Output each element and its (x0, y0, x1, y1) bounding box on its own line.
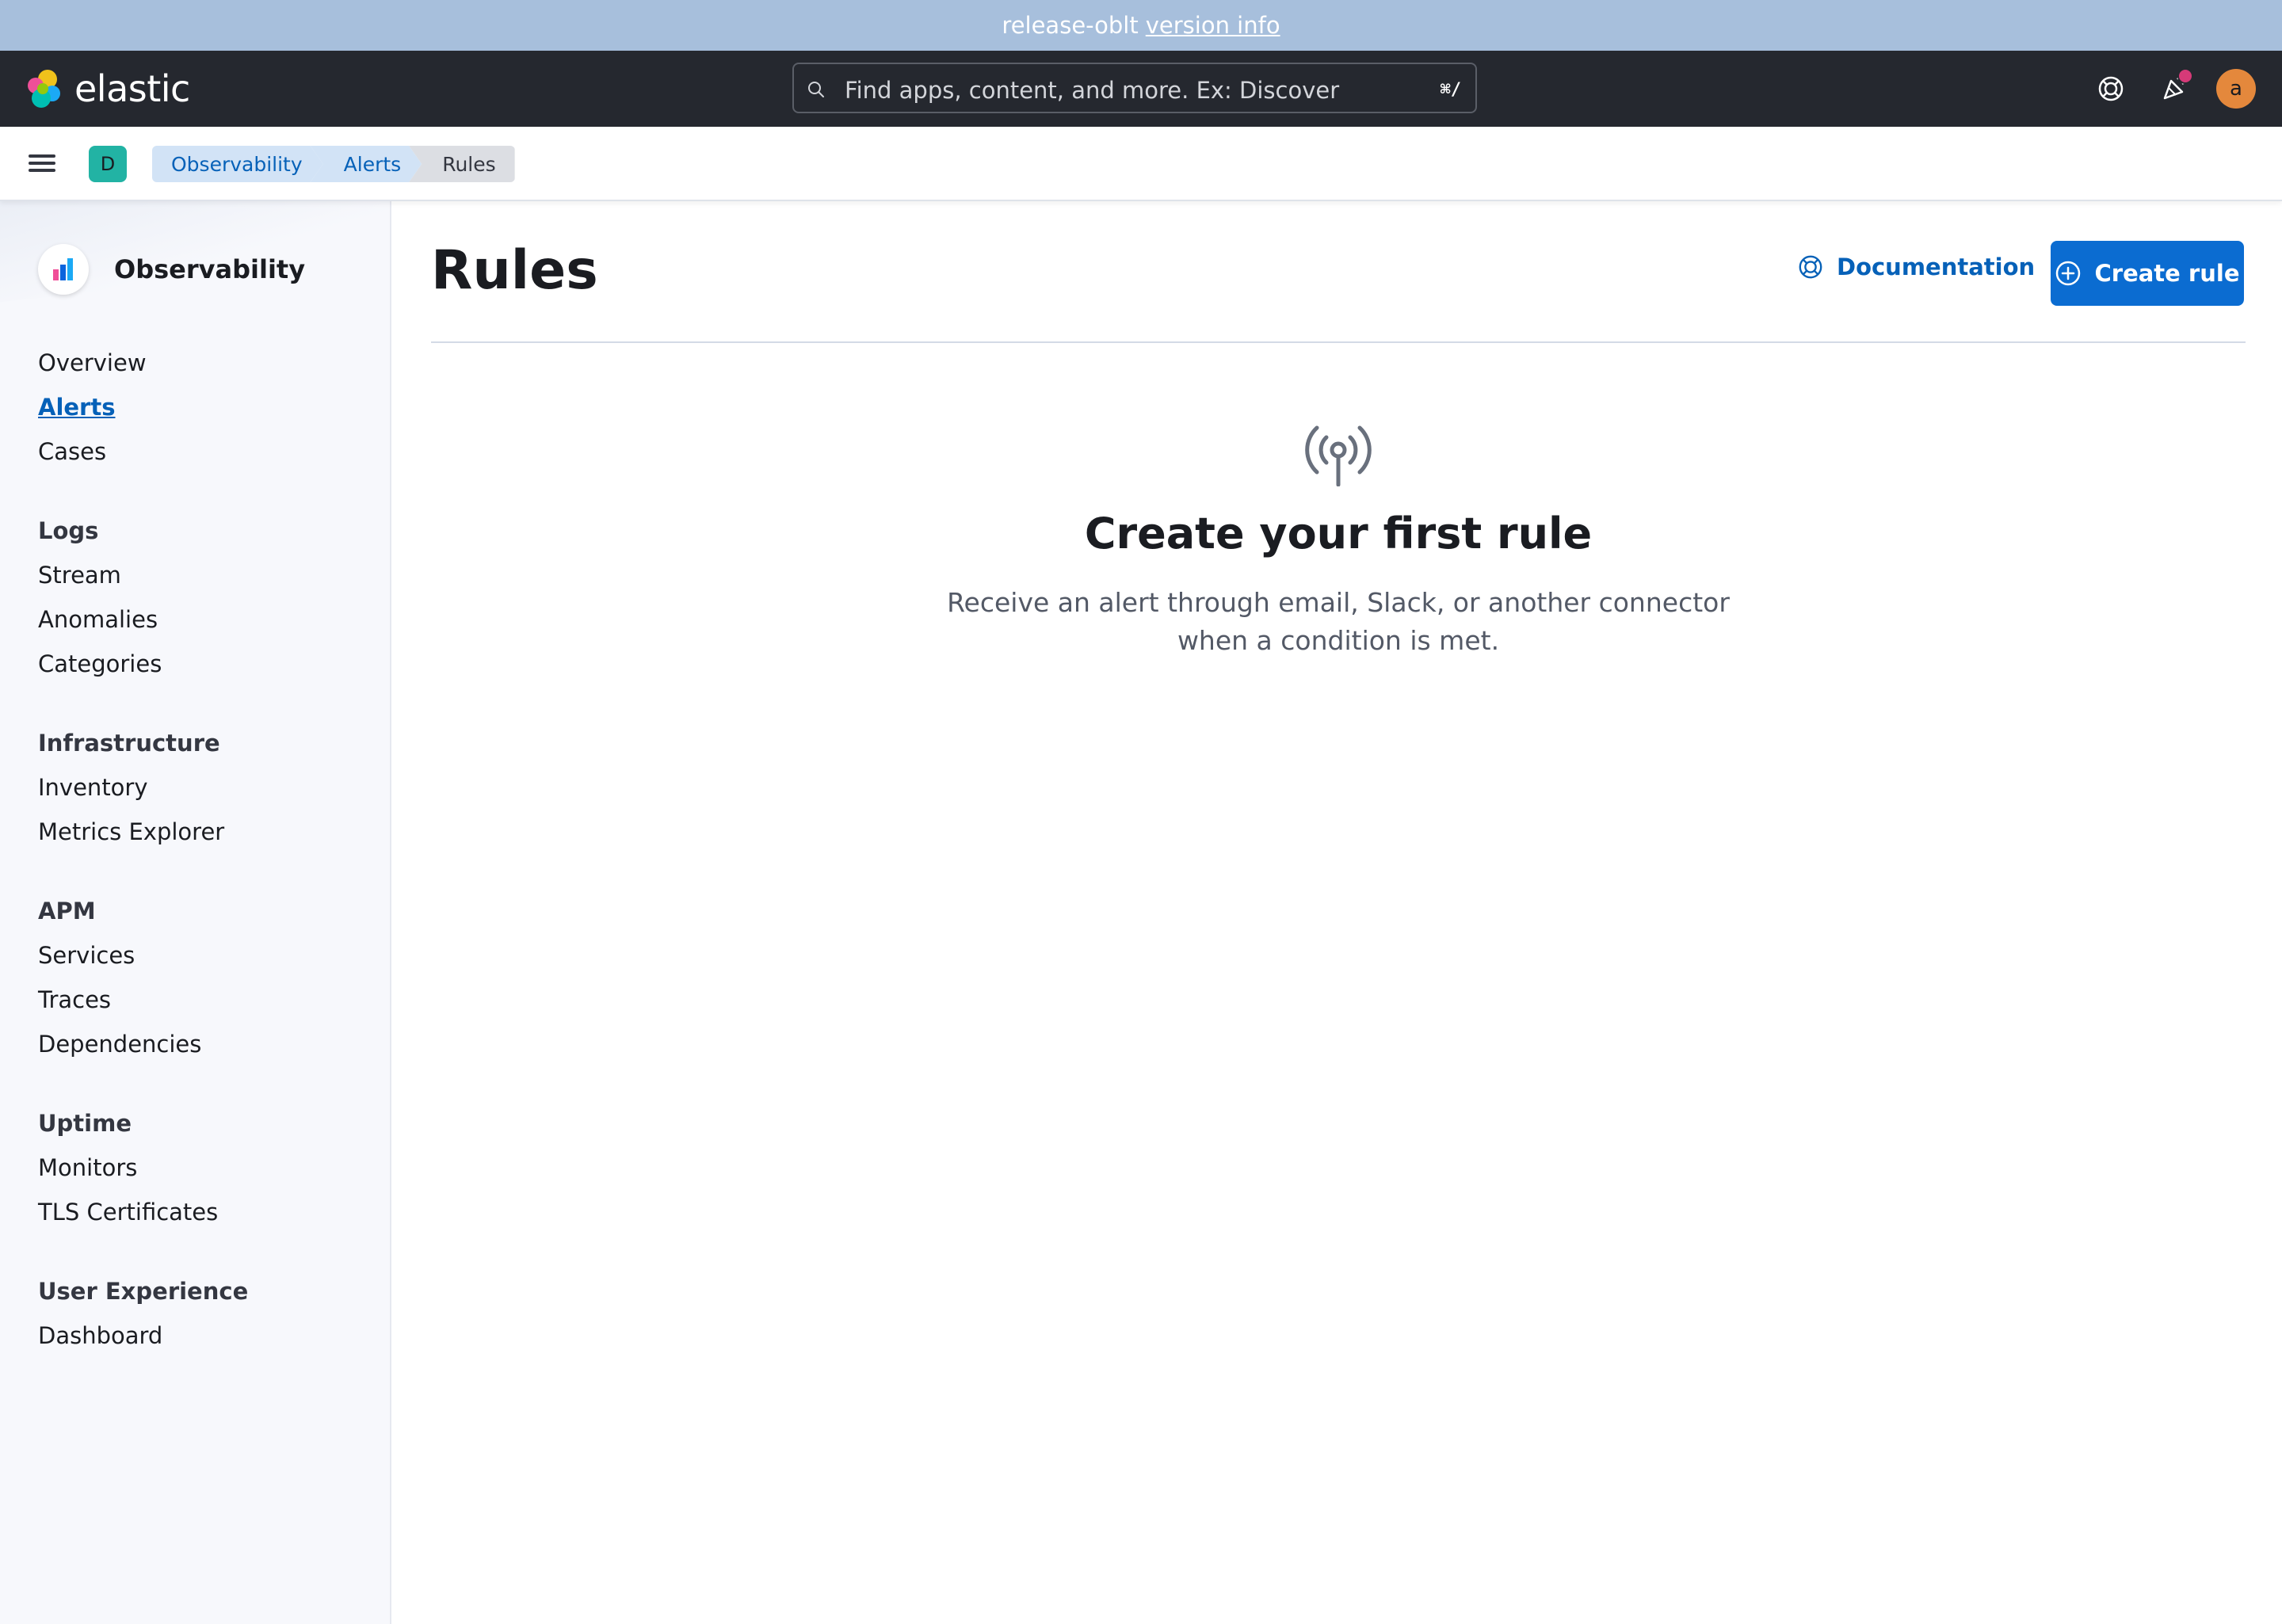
global-search-input[interactable]: Find apps, content, and more. Ex: Discov… (792, 63, 1477, 113)
elastic-logo[interactable]: elastic (24, 67, 190, 110)
sidebar-item-alerts[interactable]: Alerts (38, 385, 371, 429)
create-rule-button[interactable]: Create rule (2051, 241, 2244, 306)
page-title: Rules (431, 239, 598, 302)
main-content: Rules Documentation Create rule Create y… (391, 201, 2282, 1624)
sidebar-group-infrastructure: Infrastructure (38, 730, 220, 757)
hamburger-icon (29, 154, 55, 158)
nav-list: Overview Alerts Cases Logs Stream Anomal… (38, 341, 371, 1358)
sidebar-item-services[interactable]: Services (38, 933, 371, 978)
newsfeed-button[interactable] (2157, 68, 2193, 106)
help-icon (1799, 255, 1822, 279)
version-info-link[interactable]: version info (1146, 12, 1280, 39)
breadcrumb-observability[interactable]: Observability (152, 146, 323, 182)
breadcrumb-rules: Rules (409, 146, 515, 182)
sidebar-item-inventory[interactable]: Inventory (38, 765, 371, 810)
sidebar-item-categories[interactable]: Categories (38, 642, 371, 686)
space-selector[interactable]: D (89, 146, 127, 182)
notification-dot (2177, 68, 2193, 84)
elastic-logo-icon (28, 70, 60, 108)
empty-state-title: Create your first rule (1084, 509, 1593, 558)
sidebar-item-metrics-explorer[interactable]: Metrics Explorer (38, 810, 371, 854)
search-placeholder: Find apps, content, and more. Ex: Discov… (845, 77, 1340, 104)
observability-logo-icon (38, 244, 89, 295)
sidebar-group-apm: APM (38, 898, 96, 924)
help-menu-button[interactable] (2093, 71, 2128, 106)
broadcast-icon (1305, 425, 1372, 487)
sidebar-item-overview[interactable]: Overview (38, 341, 371, 385)
sidebar-item-stream[interactable]: Stream (38, 553, 371, 597)
breadcrumb-bar: D Observability Alerts Rules (0, 127, 2282, 201)
banner-text: release-oblt (1002, 12, 1139, 39)
sidebar-group-uptime: Uptime (38, 1110, 132, 1137)
breadcrumb-alerts[interactable]: Alerts (311, 146, 422, 182)
create-rule-label: Create rule (2094, 260, 2240, 287)
side-navigation: Observability Overview Alerts Cases Logs… (0, 201, 391, 1624)
sidebar-item-anomalies[interactable]: Anomalies (38, 597, 371, 642)
brand-name: elastic (74, 67, 190, 110)
sidebar-item-tls-certificates[interactable]: TLS Certificates (38, 1190, 371, 1234)
user-avatar[interactable]: a (2216, 69, 2256, 109)
sidebar-item-dashboard[interactable]: Dashboard (38, 1313, 371, 1358)
app-title: Observability (114, 254, 306, 284)
documentation-link[interactable]: Documentation (1797, 254, 2035, 280)
sidebar-group-user-experience: User Experience (38, 1278, 249, 1305)
search-icon (808, 82, 824, 97)
global-header: elastic Find apps, content, and more. Ex… (0, 51, 2282, 127)
menu-toggle-button[interactable] (29, 151, 60, 177)
help-icon (2098, 76, 2124, 101)
sidebar-item-traces[interactable]: Traces (38, 978, 371, 1022)
empty-state: Create your first rule Receive an alert … (431, 423, 2246, 660)
sidebar-item-dependencies[interactable]: Dependencies (38, 1022, 371, 1066)
sidebar-group-logs: Logs (38, 517, 99, 544)
app-header: Observability (38, 244, 305, 295)
documentation-label: Documentation (1837, 254, 2036, 280)
sidebar-item-monitors[interactable]: Monitors (38, 1146, 371, 1190)
header-divider (431, 341, 2246, 343)
plus-circle-icon (2056, 261, 2081, 286)
breadcrumb: Observability Alerts Rules (152, 146, 515, 182)
empty-state-body: Receive an alert through email, Slack, o… (947, 587, 1730, 656)
environment-banner: release-oblt version info (0, 0, 2282, 51)
sidebar-item-cases[interactable]: Cases (38, 429, 371, 474)
search-shortcut: ⌘/ (1440, 80, 1462, 100)
